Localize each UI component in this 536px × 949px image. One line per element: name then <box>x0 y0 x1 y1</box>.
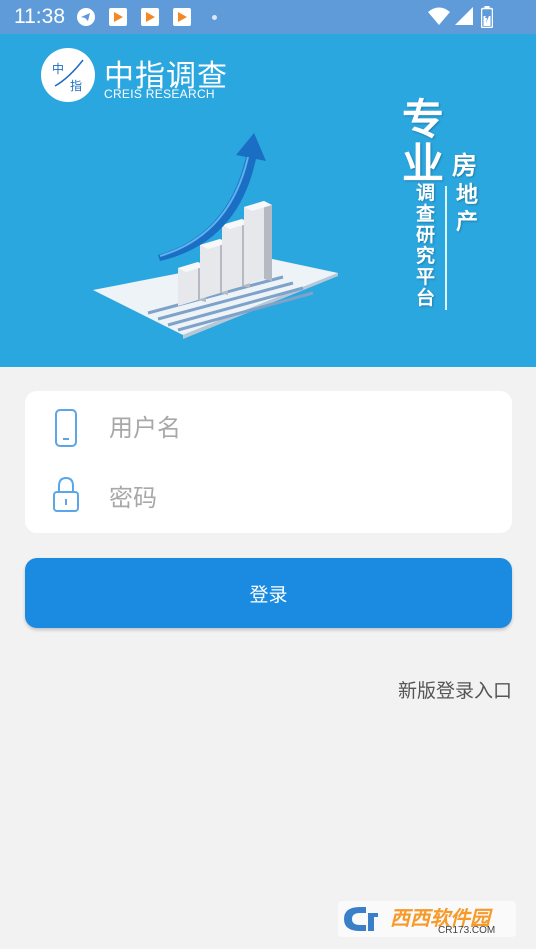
password-field <box>25 463 512 533</box>
lock-icon <box>53 476 79 512</box>
notification-dot-icon <box>212 15 217 20</box>
play-app-icon <box>109 8 127 26</box>
status-bar: 11:38 <box>0 0 536 34</box>
new-login-entry-link[interactable]: 新版登录入口 <box>398 676 512 703</box>
brand-subtitle: CREIS RESEARCH <box>104 87 215 101</box>
slogan-divider <box>445 186 447 310</box>
signal-icon <box>455 7 473 25</box>
play-app-icon <box>173 8 191 26</box>
status-time: 11:38 <box>14 5 65 28</box>
growth-chart-illustration <box>93 133 338 339</box>
logo: 中 指 <box>41 48 95 102</box>
play-app-icon <box>141 8 159 26</box>
slogan-main: 专业 <box>402 95 445 188</box>
battery-icon <box>481 6 493 28</box>
wifi-icon <box>428 7 450 25</box>
login-form-card <box>25 391 512 533</box>
password-input[interactable] <box>109 463 489 533</box>
phone-icon <box>55 409 77 447</box>
slogan-fang: 房 <box>452 151 478 180</box>
slogan-vertical-1: 地产 <box>456 182 479 235</box>
username-input[interactable] <box>109 393 489 463</box>
watermark-url: CR173.COM <box>438 925 496 936</box>
slogan-vertical-2: 调查研究平台 <box>416 182 436 309</box>
telegram-icon <box>77 8 95 26</box>
username-field <box>25 393 512 463</box>
logo-slash-icon <box>54 59 84 87</box>
login-button[interactable]: 登录 <box>25 558 512 628</box>
